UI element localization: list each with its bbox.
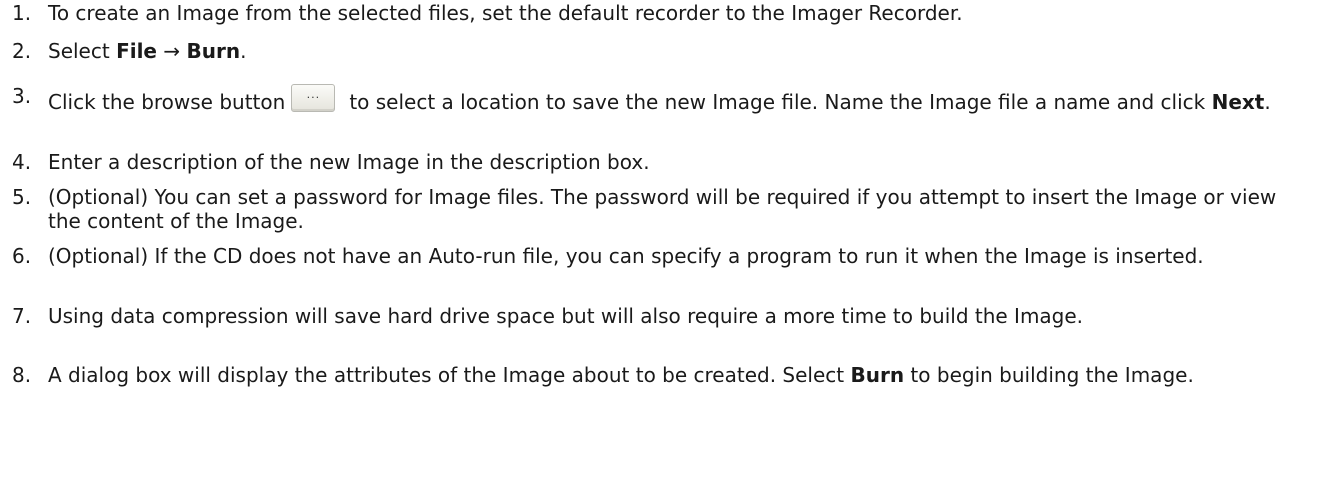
step-text-suffix: . [240, 39, 247, 63]
instructions-document: 1. To create an Image from the selected … [0, 0, 1325, 483]
step-text: Enter a description of the new Image in … [48, 150, 650, 174]
step-text-prefix: Click the browse button [48, 90, 286, 114]
burn-label: Burn [850, 363, 905, 387]
step-text: A dialog box will display the attributes… [48, 363, 1320, 387]
step-number: 8. [12, 363, 32, 387]
step-number: 7. [12, 304, 32, 328]
step-text: Using data compression will save hard dr… [48, 304, 1084, 328]
menu-burn-label: Burn [186, 39, 241, 63]
step-text: Click the browse button... to select a lo… [48, 84, 1320, 114]
step-number: 6. [12, 244, 32, 268]
next-label: Next [1211, 90, 1265, 114]
step-6: 6. (Optional) If the CD does not have an… [0, 244, 1320, 268]
step-number: 2. [12, 39, 32, 63]
step-number: 4. [12, 150, 32, 174]
ellipsis-icon: ... [306, 88, 321, 101]
step-text: To create an Image from the selected fil… [48, 1, 963, 25]
step-text-suffix: to begin building the Image. [904, 363, 1194, 387]
step-8: 8. A dialog box will display the attribu… [0, 363, 1320, 387]
step-number: 1. [12, 1, 32, 25]
step-4: 4. Enter a description of the new Image … [0, 150, 1320, 174]
step-7: 7. Using data compression will save hard… [0, 304, 1320, 328]
browse-button[interactable]: ... [291, 84, 336, 112]
step-text-suffix: . [1264, 90, 1271, 114]
step-text-prefix: Select [48, 39, 117, 63]
arrow-right-icon: → [157, 39, 187, 63]
step-3: 3. Click the browse button... to select a… [0, 84, 1320, 114]
menu-file-label: File [116, 39, 157, 63]
step-text-middle: to select a location to save the new Ima… [349, 90, 1212, 114]
step-5: 5. (Optional) You can set a password for… [0, 185, 1320, 233]
step-1: 1. To create an Image from the selected … [0, 1, 1320, 25]
step-number: 5. [12, 185, 32, 209]
step-text: (Optional) You can set a password for Im… [48, 185, 1277, 233]
step-2: 2. Select File → Burn. [0, 39, 1320, 63]
step-text: (Optional) If the CD does not have an Au… [48, 244, 1204, 268]
step-text: Select File → Burn. [48, 39, 1320, 63]
step-number: 3. [12, 84, 32, 108]
step-text-prefix: A dialog box will display the attributes… [48, 363, 851, 387]
